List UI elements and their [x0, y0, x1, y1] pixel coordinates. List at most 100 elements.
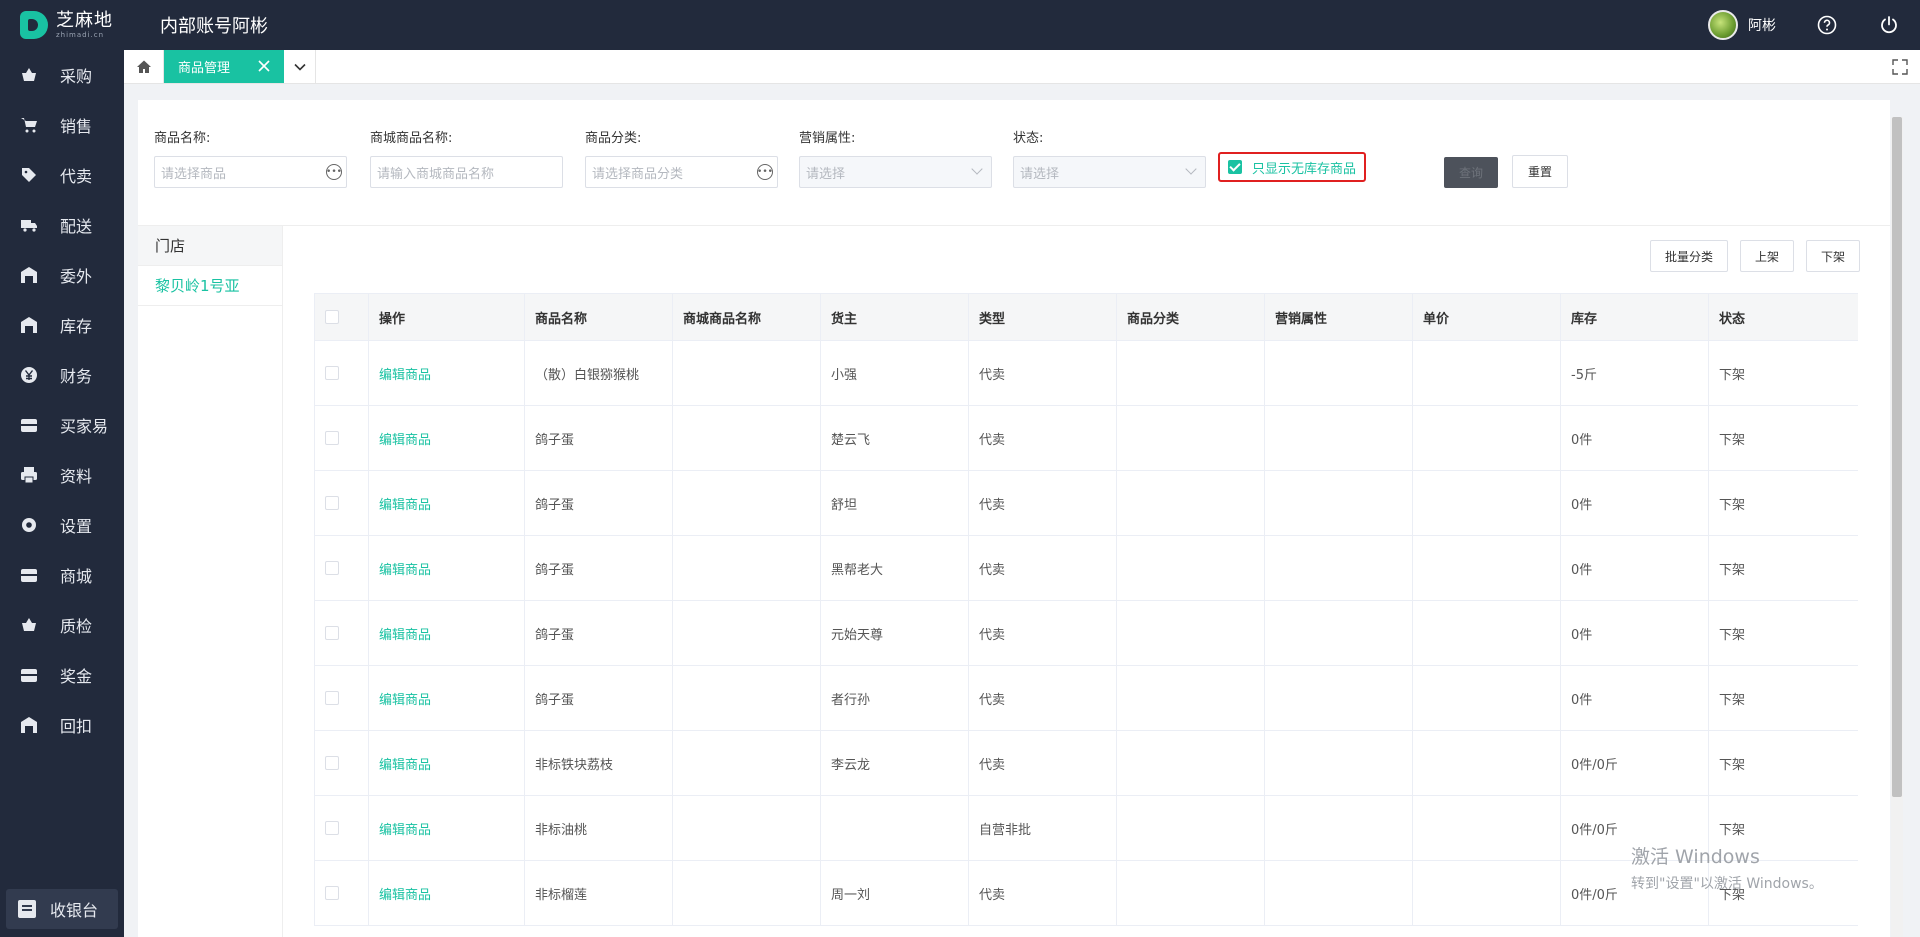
table-row: 编辑商品 非标榴莲 周一刘 代卖 0件/0斤 下架 [314, 860, 1858, 926]
row-checkbox[interactable] [325, 691, 339, 705]
sidebar-item-7[interactable]: 买家易 [0, 400, 124, 450]
edit-product-link[interactable]: 编辑商品 [379, 628, 431, 643]
edit-product-link[interactable]: 编辑商品 [379, 758, 431, 773]
category-label: 商品分类: [585, 131, 642, 146]
reset-button[interactable]: 重置 [1512, 155, 1568, 188]
row-checkbox[interactable] [325, 561, 339, 575]
row-checkbox[interactable] [325, 431, 339, 445]
sidebar-item-8[interactable]: 资料 [0, 450, 124, 500]
row-checkbox[interactable] [325, 496, 339, 510]
scrollbar[interactable] [1891, 117, 1903, 937]
cashier-button[interactable]: 收银台 [6, 889, 118, 929]
row-checkbox[interactable] [325, 366, 339, 380]
more-icon[interactable]: ••• [757, 164, 773, 180]
logo-mark-icon [20, 11, 48, 39]
product-name-select[interactable]: 请选择商品 ••• [154, 156, 347, 188]
cell-price [1412, 470, 1561, 536]
sidebar-item-13[interactable]: 回扣 [0, 700, 124, 750]
status-select[interactable]: 请选择 [1013, 156, 1206, 188]
fullscreen-button[interactable] [1880, 50, 1920, 83]
edit-product-link[interactable]: 编辑商品 [379, 888, 431, 903]
cell-op: 编辑商品 [368, 340, 525, 406]
warehouse-icon [20, 316, 38, 334]
on-shelf-button[interactable]: 上架 [1739, 240, 1794, 272]
tab-product-management[interactable]: 商品管理 [164, 50, 284, 83]
account-name: 内部账号阿彬 [160, 16, 268, 37]
cell-mkt [1264, 665, 1413, 731]
cell-name: 非标榴莲 [524, 860, 673, 926]
storefront-icon [20, 566, 38, 584]
only-no-stock-checkbox[interactable]: 只显示无库存商品 [1218, 152, 1366, 182]
basket-icon [20, 66, 38, 84]
cell-price [1412, 860, 1561, 926]
edit-product-link[interactable]: 编辑商品 [379, 693, 431, 708]
marketing-select[interactable]: 请选择 [799, 156, 992, 188]
cart-icon [20, 116, 38, 134]
table-row: 编辑商品 非标铁块荔枝 李云龙 代卖 0件/0斤 下架 [314, 730, 1858, 796]
home-tab[interactable] [124, 50, 164, 83]
close-icon[interactable] [256, 58, 272, 74]
cell-cat [1116, 470, 1265, 536]
sidebar-item-3[interactable]: 配送 [0, 200, 124, 250]
sidebar-item-10[interactable]: 商城 [0, 550, 124, 600]
row-select-cell [314, 600, 369, 666]
edit-product-link[interactable]: 编辑商品 [379, 368, 431, 383]
cell-mall [672, 535, 821, 601]
checkbox-checked-icon[interactable] [1228, 160, 1242, 174]
column-header: 类型 [968, 293, 1117, 341]
sidebar-item-6[interactable]: 财务 [0, 350, 124, 400]
column-header: 商品名称 [524, 293, 673, 341]
printer-icon [20, 466, 38, 484]
column-header: 状态 [1708, 293, 1858, 341]
edit-product-link[interactable]: 编辑商品 [379, 823, 431, 838]
table-row: 编辑商品 鸽子蛋 楚云飞 代卖 0件 下架 [314, 405, 1858, 471]
logo[interactable]: 芝麻地 zhimadi.cn [0, 0, 124, 50]
help-icon[interactable] [1816, 14, 1838, 36]
cell-name: 鸽子蛋 [524, 405, 673, 471]
sidebar-item-label: 代卖 [60, 167, 93, 186]
cell-stock: -5斤 [1560, 340, 1709, 406]
edit-product-link[interactable]: 编辑商品 [379, 498, 431, 513]
power-icon[interactable] [1878, 14, 1900, 36]
sidebar-item-2[interactable]: 代卖 [0, 150, 124, 200]
table-row: 编辑商品 鸽子蛋 舒坦 代卖 0件 下架 [314, 470, 1858, 536]
edit-product-link[interactable]: 编辑商品 [379, 563, 431, 578]
off-shelf-button[interactable]: 下架 [1805, 240, 1860, 272]
store-item[interactable]: 黎贝岭1号亚 [138, 266, 282, 306]
row-checkbox[interactable] [325, 626, 339, 640]
sidebar-item-label: 配送 [60, 217, 93, 236]
batch-category-button[interactable]: 批量分类 [1649, 240, 1728, 272]
avatar[interactable] [1708, 10, 1738, 40]
logo-text: 芝麻地 [56, 9, 113, 31]
username[interactable]: 阿彬 [1748, 15, 1776, 35]
truck-icon [20, 216, 38, 234]
cell-mkt [1264, 470, 1413, 536]
sidebar-item-4[interactable]: 委外 [0, 250, 124, 300]
table-row: 编辑商品 鸽子蛋 者行孙 代卖 0件 下架 [314, 665, 1858, 731]
cell-owner: 黑帮老大 [820, 535, 969, 601]
sidebar-item-12[interactable]: 奖金 [0, 650, 124, 700]
tab-menu-button[interactable] [284, 50, 316, 83]
sidebar-item-9[interactable]: 设置 [0, 500, 124, 550]
sidebar-item-0[interactable]: 采购 [0, 50, 124, 100]
cell-price [1412, 405, 1561, 471]
cell-mkt [1264, 795, 1413, 861]
more-icon[interactable]: ••• [326, 164, 342, 180]
sidebar-item-label: 设置 [60, 517, 93, 536]
sidebar-item-1[interactable]: 销售 [0, 100, 124, 150]
edit-product-link[interactable]: 编辑商品 [379, 433, 431, 448]
sidebar-item-11[interactable]: 质检 [0, 600, 124, 650]
logo-subtext: zhimadi.cn [56, 30, 105, 39]
windows-activation-watermark: 激活 Windows 转到"设置"以激活 Windows。 [1631, 842, 1823, 893]
sidebar-item-label: 财务 [60, 367, 93, 386]
select-all-checkbox[interactable] [325, 310, 339, 324]
category-select[interactable]: 请选择商品分类 ••• [585, 156, 778, 188]
scrollbar-thumb[interactable] [1892, 117, 1902, 797]
row-checkbox[interactable] [325, 886, 339, 900]
row-checkbox[interactable] [325, 821, 339, 835]
cell-type: 代卖 [968, 470, 1117, 536]
row-checkbox[interactable] [325, 756, 339, 770]
query-button[interactable]: 查询 [1444, 157, 1498, 188]
mall-name-input[interactable]: 请输入商城商品名称 [370, 156, 563, 188]
sidebar-item-5[interactable]: 库存 [0, 300, 124, 350]
